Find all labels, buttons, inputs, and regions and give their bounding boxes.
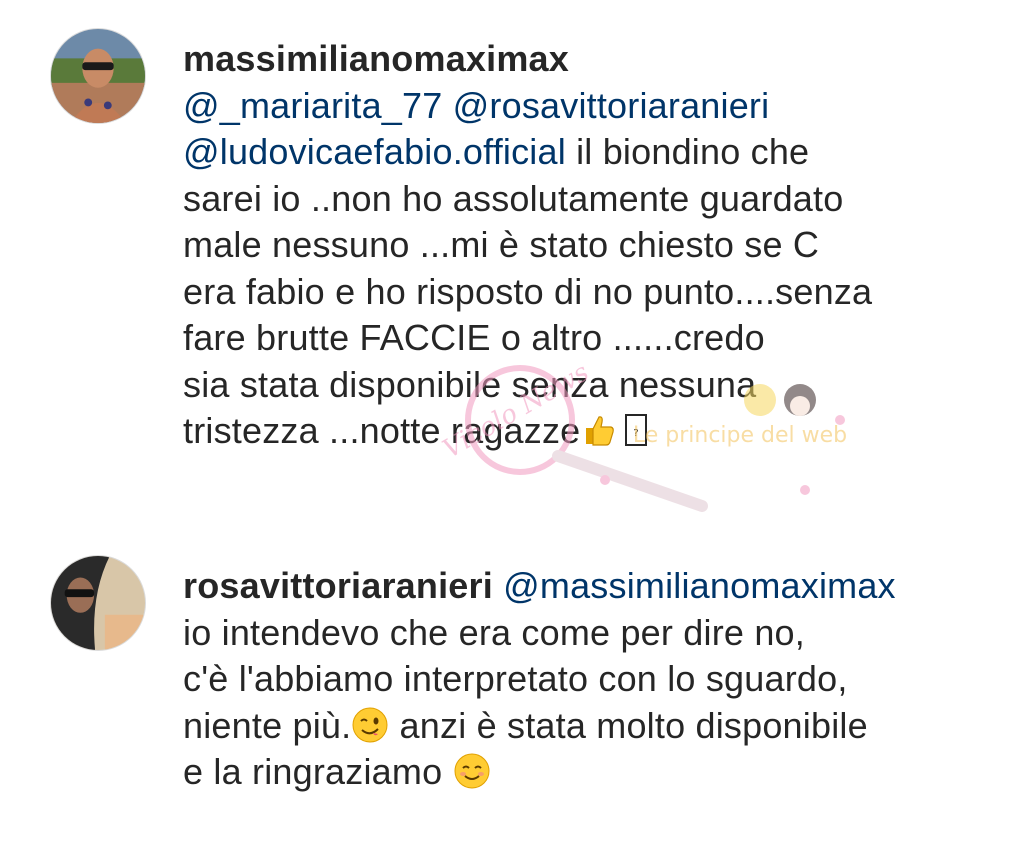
comment-text: niente più. — [183, 704, 352, 746]
comment-text: anzi è stata molto disponibile — [389, 704, 868, 746]
paw-icon — [600, 475, 610, 485]
comment-line: era fabio e ho risposto di no punto....s… — [183, 270, 873, 312]
comment-line: niente più. anzi è stata molto disponibi… — [183, 703, 983, 750]
comment-line: io intendevo che era come per dire no, — [183, 611, 805, 653]
comment-line: @ludovicaefabio.official il biondino che — [183, 129, 983, 176]
comment-line: male nessuno ...mi è stato chiesto se C — [183, 224, 820, 265]
paw-icon — [800, 485, 810, 495]
comment-username[interactable]: rosavittoriaranieri — [183, 565, 493, 606]
smiling-face-icon — [454, 753, 490, 789]
comment-username-line: rosavittoriaranieri @massimilianomaximax — [183, 563, 983, 610]
comment-line: fare brutte FACCIE o altro ......credo — [183, 317, 765, 358]
avatar[interactable] — [50, 555, 146, 651]
mention-link[interactable]: @rosavittoriaranieri — [453, 85, 770, 126]
comment-line: @_mariarita_77 @rosavittoriaranieri — [183, 83, 983, 130]
comment-username-line: massimilianomaximax — [183, 36, 983, 83]
comment-line: c'è l'abbiamo interpretato con lo sguard… — [183, 658, 848, 699]
mention-link[interactable]: @_mariarita_77 — [183, 85, 442, 126]
comment-username[interactable]: massimilianomaximax — [183, 38, 569, 79]
mention-link[interactable]: @ludovicaefabio.official — [183, 131, 566, 172]
profile-photo-icon — [51, 29, 145, 123]
thumbs-up-icon — [586, 416, 615, 446]
winking-face-icon — [352, 707, 388, 742]
profile-photo-icon — [51, 556, 145, 650]
comment-body: massimilianomaximax @_mariarita_77 @rosa… — [183, 36, 983, 455]
comment-line: tristezza ...notte ragazze ? — [183, 408, 983, 455]
mention-link[interactable]: @massimilianomaximax — [503, 565, 896, 606]
svg-text:?: ? — [633, 428, 639, 439]
avatar[interactable] — [50, 28, 146, 124]
comment-line: sia stata disponibile senza nessuna — [183, 363, 757, 405]
comment-line: sarei io ..non ho assolutamente guardato — [183, 177, 844, 219]
comment-text: tristezza ...notte ragazze — [183, 410, 581, 451]
comment-line: e la ringraziamo — [183, 749, 983, 796]
comment-body: rosavittoriaranieri @massimilianomaximax… — [183, 563, 983, 796]
comment-text: e la ringraziamo — [183, 751, 453, 792]
unknown-glyph-box-icon: ? — [625, 414, 648, 446]
comment-text: il biondino che — [565, 131, 810, 172]
